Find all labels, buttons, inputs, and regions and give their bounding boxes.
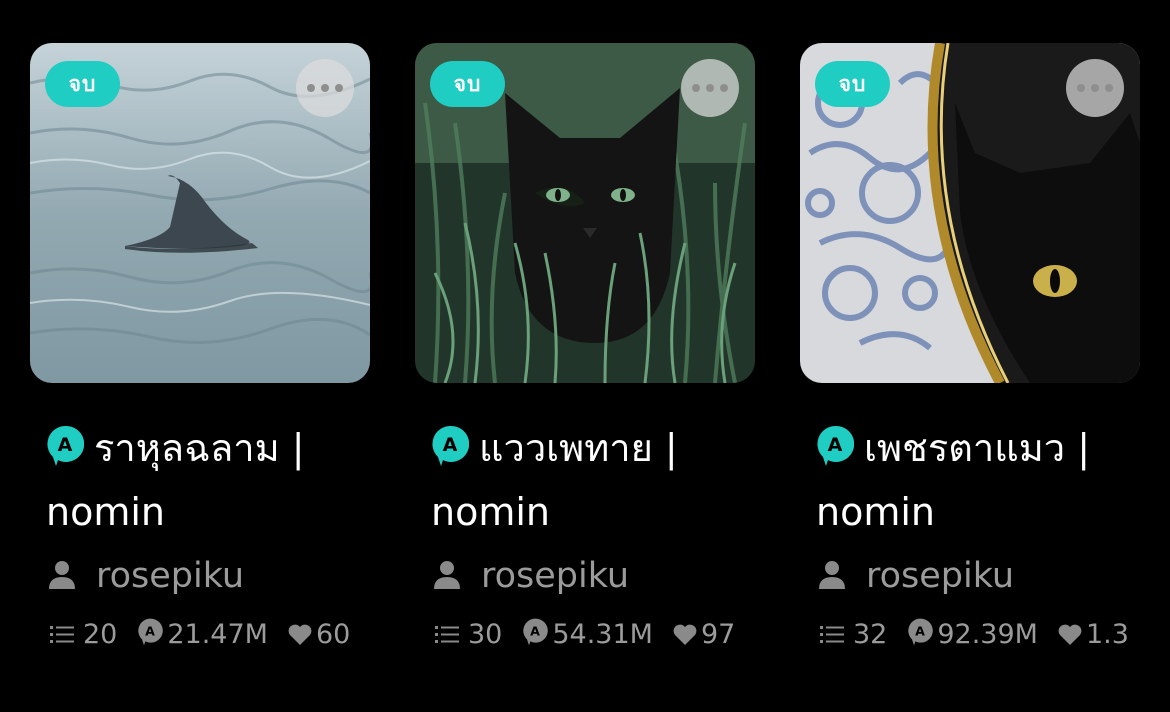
ai-badge-icon: A	[816, 422, 855, 466]
more-options-button[interactable]	[681, 59, 739, 117]
story-card[interactable]: จบ A เพชรตาแมว | nomin rosepiku 32 A 92.39…	[800, 43, 1140, 660]
svg-text:A: A	[145, 623, 155, 638]
dot-icon	[1077, 84, 1085, 92]
completed-badge: จบ	[430, 61, 505, 107]
title-line-1: เพชรตาแมว |	[864, 426, 1091, 470]
user-icon	[49, 561, 75, 589]
svg-text:A: A	[530, 623, 540, 638]
like-count: 1.3	[1085, 619, 1129, 650]
title-line-2: nomin	[816, 490, 935, 534]
more-options-button[interactable]	[1066, 59, 1124, 117]
dot-icon	[321, 84, 329, 92]
list-icon	[820, 626, 844, 643]
svg-text:A: A	[443, 434, 458, 456]
story-cover[interactable]: จบ	[415, 43, 755, 383]
author-row[interactable]: rosepiku	[415, 548, 755, 604]
story-cover[interactable]: จบ	[30, 43, 370, 383]
list-icon	[435, 626, 459, 643]
completed-badge: จบ	[815, 61, 890, 107]
author-row[interactable]: rosepiku	[30, 548, 370, 604]
svg-text:A: A	[58, 434, 73, 456]
title-line-1: ราหุลฉลาม |	[94, 426, 305, 470]
author-name: rosepiku	[481, 556, 630, 596]
chapter-count: 32	[853, 619, 888, 650]
story-cover[interactable]: จบ	[800, 43, 1140, 383]
svg-text:A: A	[828, 434, 843, 456]
story-stats: 20 A 21.47M 60	[30, 610, 370, 660]
story-title[interactable]: A เพชรตาแมว | nomin	[800, 416, 1146, 544]
author-row[interactable]: rosepiku	[800, 548, 1140, 604]
views-icon: A	[138, 618, 164, 646]
author-name: rosepiku	[866, 556, 1015, 596]
views-icon: A	[908, 618, 934, 646]
ai-badge-icon: A	[46, 422, 85, 466]
story-title[interactable]: A แววเพทาย | nomin	[415, 416, 761, 544]
view-count: 54.31M	[552, 619, 653, 650]
dot-icon	[335, 84, 343, 92]
user-icon	[434, 561, 460, 589]
title-line-2: nomin	[46, 490, 165, 534]
view-count: 21.47M	[167, 619, 268, 650]
like-count: 60	[315, 619, 351, 650]
view-count: 92.39M	[937, 619, 1038, 650]
heart-icon	[288, 624, 312, 645]
dot-icon	[692, 84, 700, 92]
views-icon: A	[523, 618, 549, 646]
author-name: rosepiku	[96, 556, 245, 596]
completed-badge: จบ	[45, 61, 120, 107]
more-options-button[interactable]	[296, 59, 354, 117]
like-count: 97	[700, 619, 736, 650]
dot-icon	[720, 84, 728, 92]
story-title[interactable]: A ราหุลฉลาม | nomin	[30, 416, 376, 544]
svg-text:A: A	[915, 623, 925, 638]
dot-icon	[1105, 84, 1113, 92]
dot-icon	[1091, 84, 1099, 92]
chapter-count: 30	[468, 619, 503, 650]
dot-icon	[706, 84, 714, 92]
story-stats: 30 A 54.31M 97	[415, 610, 755, 660]
list-icon	[50, 626, 74, 643]
title-line-1: แววเพทาย |	[479, 426, 678, 470]
dot-icon	[307, 84, 315, 92]
heart-icon	[1058, 624, 1082, 645]
ai-badge-icon: A	[431, 422, 470, 466]
story-stats: 32 A 92.39M 1.3	[800, 610, 1140, 660]
title-line-2: nomin	[431, 490, 550, 534]
user-icon	[819, 561, 845, 589]
heart-icon	[673, 624, 697, 645]
chapter-count: 20	[83, 619, 118, 650]
story-card[interactable]: จบ A ราหุลฉลาม | nomin rosepiku 20 A 21.47…	[30, 43, 370, 660]
story-card[interactable]: จบ A แววเพทาย | nomin rosepiku 30 A 54.31M…	[415, 43, 755, 660]
story-grid: จบ A ราหุลฉลาม | nomin rosepiku 20 A 21.47…	[0, 0, 1170, 712]
